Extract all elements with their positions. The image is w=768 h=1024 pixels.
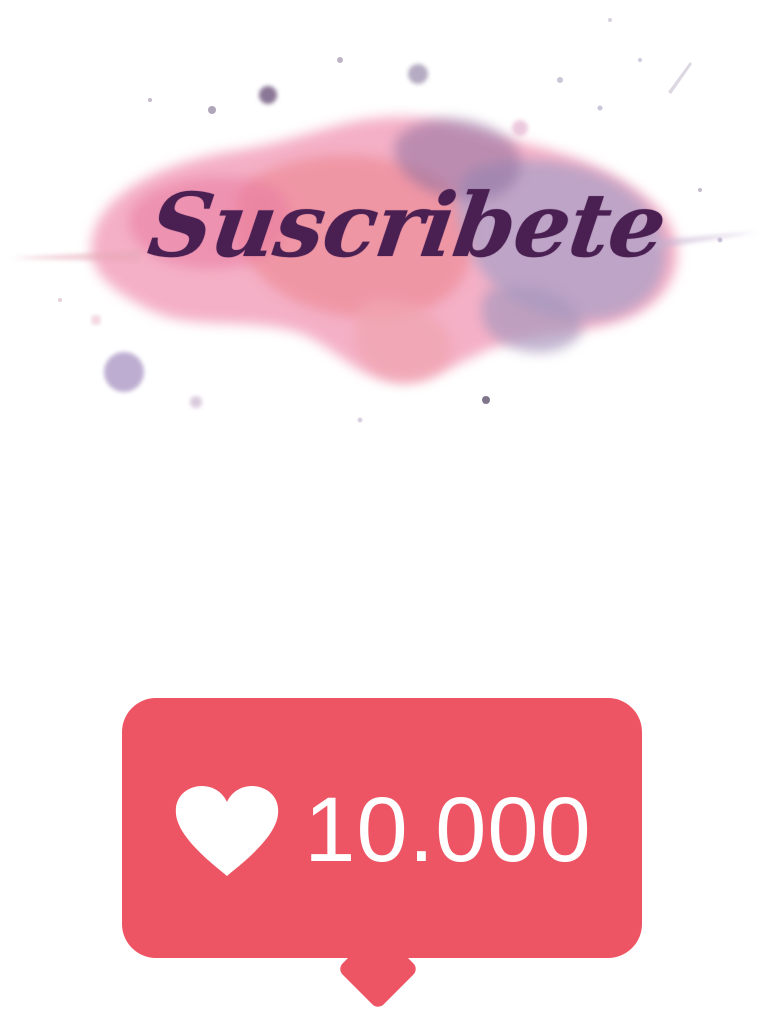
- like-badge-content: 10.000: [122, 698, 642, 958]
- like-count: 10.000: [304, 779, 592, 881]
- heart-icon: [172, 782, 282, 880]
- page: Suscribete 10.000: [0, 0, 768, 1024]
- like-notification-badge: 10.000: [122, 698, 642, 958]
- subscribe-logo: Suscribete: [0, 0, 768, 470]
- subscribe-title: Suscribete: [142, 173, 672, 277]
